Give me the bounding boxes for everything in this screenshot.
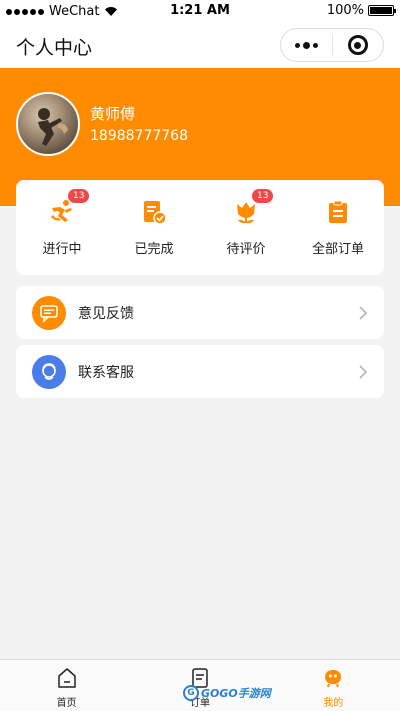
- battery-icon: [368, 5, 396, 16]
- status-bar: WeChat 1:21 AM 100%: [0, 0, 400, 22]
- badge-in-progress: 13: [68, 189, 90, 203]
- order-status-card: 13 进行中 已完成 13 待评价 全部订单: [16, 180, 384, 275]
- tab-me[interactable]: 我的: [267, 660, 400, 711]
- order-label: 已完成: [134, 242, 174, 257]
- avatar-photo-icon: [38, 108, 68, 146]
- menu-label: 意见反馈: [78, 305, 134, 322]
- title-bar: 个人中心: [0, 22, 400, 68]
- tab-label: 我的: [323, 698, 344, 709]
- tab-label: 首页: [56, 698, 77, 709]
- home-icon: [55, 666, 79, 690]
- order-label: 待评价: [226, 242, 266, 257]
- order-completed[interactable]: 已完成: [108, 180, 200, 275]
- order-in-progress[interactable]: 13 进行中: [16, 180, 108, 275]
- menu-item-customer-service[interactable]: 联系客服: [16, 345, 384, 398]
- tab-home[interactable]: 首页: [0, 660, 133, 711]
- chevron-right-icon: [358, 305, 368, 321]
- page-title: 个人中心: [16, 37, 93, 59]
- user-phone: 18988777768: [90, 128, 188, 144]
- more-button[interactable]: [281, 29, 332, 61]
- user-name: 黄师傅: [90, 105, 136, 123]
- avatar[interactable]: [16, 92, 80, 156]
- order-to-review[interactable]: 13 待评价: [200, 180, 292, 275]
- customer-service-icon: [32, 354, 66, 389]
- feedback-chat-icon: [32, 295, 66, 330]
- chevron-right-icon: [358, 364, 368, 380]
- battery-percent: 100%: [326, 3, 364, 18]
- watermark-logo: G GOGO手游网: [183, 683, 271, 703]
- clipboard-icon: [324, 198, 352, 226]
- menu-item-feedback[interactable]: 意见反馈: [16, 286, 384, 339]
- watermark-g-icon: G: [183, 685, 199, 701]
- dot-icon: [303, 41, 310, 49]
- close-target-icon: [347, 35, 368, 55]
- order-label: 全部订单: [311, 242, 364, 257]
- order-label: 进行中: [42, 242, 82, 257]
- dot-icon: [313, 42, 318, 48]
- status-right: 100%: [326, 3, 396, 18]
- completed-doc-icon: [140, 198, 168, 226]
- badge-to-review: 13: [252, 189, 274, 203]
- menu-label: 联系客服: [78, 364, 134, 381]
- close-button[interactable]: [333, 29, 383, 61]
- order-all[interactable]: 全部订单: [292, 180, 384, 275]
- me-icon: [321, 666, 345, 690]
- mini-program-capsule: [280, 28, 384, 62]
- watermark-text: GOGO手游网: [201, 687, 271, 700]
- dot-icon: [295, 42, 300, 48]
